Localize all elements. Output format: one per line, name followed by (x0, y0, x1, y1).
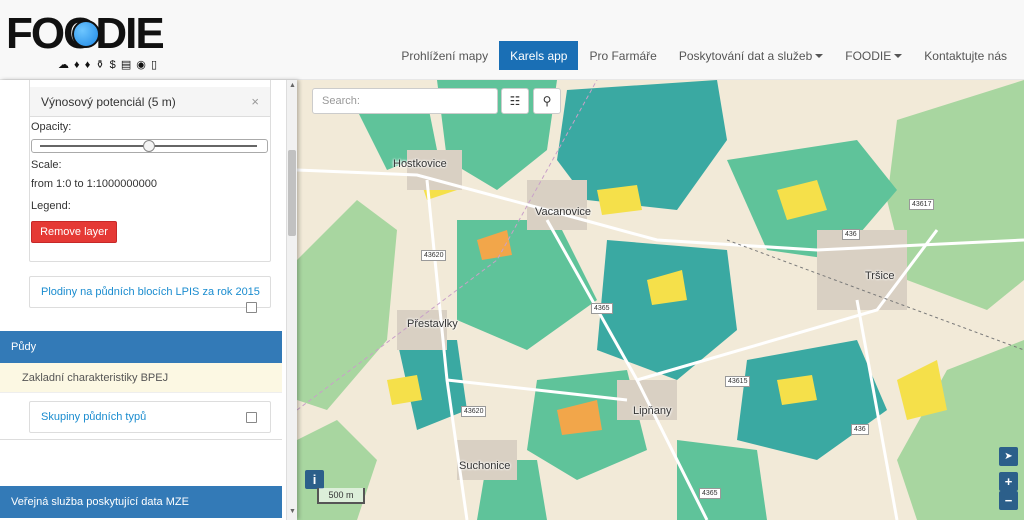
scroll-up-icon[interactable]: ▲ (289, 82, 296, 89)
locate-icon[interactable]: ➤ (999, 447, 1018, 466)
layer-link-label: Skupiny půdních typů (41, 411, 147, 423)
layer-checkbox[interactable] (246, 302, 257, 313)
nav-pro-farmare[interactable]: Pro Farmáře (578, 41, 667, 70)
road-number: 43620 (421, 250, 447, 261)
road-number: 4365 (699, 488, 721, 499)
nav-label: Prohlížení mapy (401, 48, 489, 63)
scroll-down-icon[interactable]: ▼ (289, 508, 296, 515)
nav-label: FOODIE (845, 48, 892, 63)
opacity-label: Opacity: (31, 121, 72, 133)
road-number: 43615 (725, 376, 751, 387)
map-tiles (297, 80, 1024, 520)
caret-down-icon (894, 53, 903, 58)
nav-kontaktujte-nas[interactable]: Kontaktujte nás (913, 41, 1018, 70)
place-label: Vacanovice (535, 206, 592, 218)
main-nav: Prohlížení mapy Karels app Pro Farmáře P… (390, 41, 1018, 70)
nav-foodie[interactable]: FOODIE (834, 41, 913, 70)
place-label: Lipňany (633, 405, 672, 417)
globe-icon (72, 20, 100, 48)
nav-poskytovani-dat[interactable]: Poskytování dat a služeb (668, 41, 834, 70)
place-label: Suchonice (459, 460, 511, 472)
road-number: 43617 (909, 199, 935, 210)
road-number: 43620 (461, 406, 487, 417)
sidebar-scrollbar[interactable]: ▲ ▼ (286, 80, 297, 520)
foodie-logo[interactable]: FOODIE ☁ ♦ ♦ ⚱ $ ▤ ◉ ▯ (6, 12, 168, 74)
layer-checkbox[interactable] (246, 412, 257, 423)
close-icon[interactable]: × (251, 94, 259, 109)
divider (0, 439, 282, 440)
scale-label: Scale: (31, 159, 62, 171)
nav-prohlizeni-mapy[interactable]: Prohlížení mapy (390, 41, 499, 70)
map-search-input[interactable]: Search: (312, 88, 498, 114)
layer-link-soil-types[interactable]: Skupiny půdních typů (29, 401, 271, 433)
road-number: 436 (842, 229, 860, 240)
search-placeholder: Search: (322, 95, 360, 107)
nav-label: Poskytování dat a služeb (678, 48, 813, 63)
top-navbar: FOODIE ☁ ♦ ♦ ⚱ $ ▤ ◉ ▯ Prohlížení mapy K… (0, 0, 1024, 80)
nav-karels-app[interactable]: Karels app (499, 41, 579, 70)
layer-title: Výnosový potenciál (5 m) (41, 94, 176, 109)
slider-knob[interactable] (143, 140, 155, 152)
group-label: Půdy (11, 341, 37, 353)
nav-label: Pro Farmáře (589, 48, 657, 63)
road-number: 436 (851, 424, 869, 435)
legend-label: Legend: (31, 200, 71, 212)
group-pudy[interactable]: Půdy (0, 331, 282, 363)
scale-value: from 1:0 to 1:1000000000 (31, 178, 157, 190)
search-icon[interactable]: ⚲ (533, 88, 561, 114)
group-mze[interactable]: Veřejná služba poskytující data MZE (0, 486, 282, 518)
info-icon[interactable]: i (305, 470, 324, 489)
road-number: 4365 (591, 303, 613, 314)
opacity-slider[interactable] (31, 139, 268, 153)
zoom-in-button[interactable]: + (999, 472, 1018, 491)
layer-header: Výnosový potenciál (5 m) × (30, 87, 270, 117)
scrollbar-thumb[interactable] (288, 150, 296, 236)
field (677, 440, 767, 520)
search-options-icon[interactable]: ☷ (501, 88, 529, 114)
subgroup-label: Zakladní charakteristiky BPEJ (22, 371, 169, 384)
logo-icons: ☁ ♦ ♦ ⚱ $ ▤ ◉ ▯ (58, 59, 158, 71)
remove-layer-button[interactable]: Remove layer (31, 221, 117, 243)
layer-link-lpis[interactable]: Plodiny na půdních blocích LPIS za rok 2… (29, 276, 271, 308)
subgroup-bpej[interactable]: Zakladní charakteristiky BPEJ (0, 363, 282, 393)
place-label: Tršice (865, 270, 895, 282)
group-label: Veřejná služba poskytující data MZE (11, 496, 189, 508)
map-canvas[interactable]: Hostkovice Vacanovice Přestavlky Lipňany… (297, 80, 1024, 520)
nav-label: Kontaktujte nás (924, 48, 1007, 63)
place-label: Přestavlky (407, 318, 458, 330)
layer-sidebar: Výnosový potenciál (5 m) × Opacity: Scal… (0, 80, 297, 520)
zoom-out-button[interactable]: − (999, 491, 1018, 510)
place-label: Hostkovice (393, 158, 447, 170)
caret-down-icon (815, 53, 824, 58)
layer-link-label: Plodiny na půdních blocích LPIS za rok 2… (41, 286, 260, 298)
scale-bar: 500 m (317, 488, 365, 504)
nav-label: Karels app (510, 48, 568, 63)
